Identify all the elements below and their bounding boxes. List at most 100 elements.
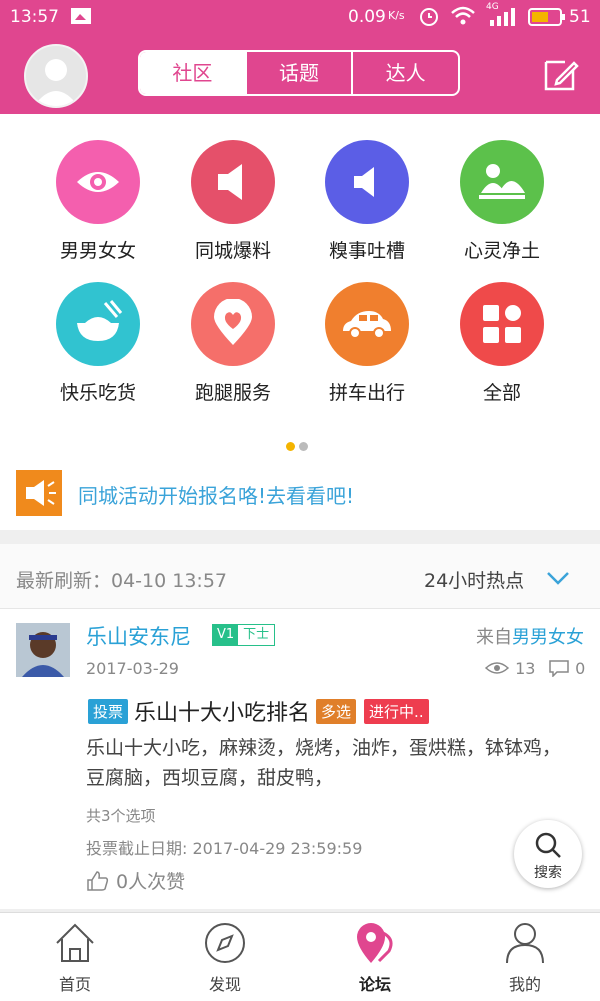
category-item[interactable]: 跑腿服务 xyxy=(168,282,298,405)
comment-count: 0 xyxy=(548,659,585,678)
wifi-icon xyxy=(450,5,476,32)
source-category[interactable]: 男男女女 xyxy=(512,627,584,648)
post-title-row: 投票 乐山十大小吃排名 多选 进行中.. xyxy=(88,695,429,727)
category-icon-bg xyxy=(325,282,409,366)
tab-label: 我的 xyxy=(508,975,541,994)
net-unit: K/s xyxy=(388,9,405,22)
category-icon-bg xyxy=(191,282,275,366)
compass-icon xyxy=(205,923,245,963)
like-count: 0人次赞 xyxy=(116,871,186,893)
home-icon xyxy=(56,923,94,962)
page-dot-active xyxy=(286,442,295,451)
source-prefix: 来自 xyxy=(476,627,512,648)
landscape-icon xyxy=(479,164,525,199)
category-label: 糗事吐槽 xyxy=(328,240,405,262)
notice-bar[interactable]: 同城活动开始报名咯!去看看吧! xyxy=(0,466,600,526)
post-title[interactable]: 乐山十大小吃排名 xyxy=(134,695,310,727)
multi-select-tag: 多选 xyxy=(316,698,357,724)
tab-discover[interactable]: 发现 xyxy=(150,913,300,995)
announcement-icon xyxy=(16,470,62,516)
forum-pin-icon xyxy=(357,923,393,963)
gallery-notify-icon xyxy=(70,6,92,31)
tab-topics[interactable]: 话题 xyxy=(244,52,352,94)
badge-level: V1 xyxy=(213,625,239,645)
comment-count-value: 0 xyxy=(575,659,586,678)
post-username[interactable]: 乐山安东尼 xyxy=(86,621,191,651)
tab-label: 首页 xyxy=(58,975,91,994)
speaker-icon xyxy=(218,164,242,200)
post-avatar[interactable] xyxy=(16,623,70,677)
post-date: 2017-03-29 xyxy=(86,659,179,678)
battery-icon xyxy=(528,8,566,31)
net-speed: 0.09 xyxy=(348,7,386,27)
bowl-icon xyxy=(77,300,123,341)
post-card[interactable]: 乐山安东尼 V1 下士 来自男男女女 2017-03-29 13 0 投票 乐山… xyxy=(0,609,600,913)
tab-mine[interactable]: 我的 xyxy=(450,913,600,995)
signal-icon xyxy=(488,8,518,31)
status-time: 13:57 xyxy=(10,7,59,27)
status-tag: 进行中.. xyxy=(364,698,429,724)
category-label: 同城爆料 xyxy=(194,240,271,262)
category-item[interactable]: 男男女女 xyxy=(33,140,163,263)
speaker-icon xyxy=(354,167,374,197)
category-label: 全部 xyxy=(482,382,521,404)
segment-tabs: 社区 话题 达人 xyxy=(138,50,460,96)
tab-forum[interactable]: 论坛 xyxy=(300,913,450,995)
tab-home[interactable]: 首页 xyxy=(0,913,150,995)
category-label: 男男女女 xyxy=(59,240,136,262)
search-label: 搜索 xyxy=(534,865,562,881)
vote-deadline: 投票截止日期: 2017-04-29 23:59:59 xyxy=(86,839,363,858)
category-item[interactable]: 全部 xyxy=(437,282,567,405)
view-count-value: 13 xyxy=(515,659,536,678)
car-icon xyxy=(343,311,391,339)
search-button[interactable]: 搜索 xyxy=(514,820,582,888)
category-item[interactable]: 同城爆料 xyxy=(168,140,298,263)
page-dot xyxy=(299,442,308,451)
category-label: 快乐吃货 xyxy=(59,382,136,404)
default-avatar-icon xyxy=(34,59,78,106)
tab-label: 论坛 xyxy=(358,975,391,994)
user-avatar[interactable] xyxy=(24,44,88,108)
person-icon xyxy=(506,923,544,964)
tab-label: 发现 xyxy=(208,975,241,994)
grid-icon xyxy=(483,305,521,343)
chevron-down-icon[interactable] xyxy=(546,570,570,586)
category-label: 拼车出行 xyxy=(328,382,405,404)
category-icon-bg xyxy=(191,140,275,224)
eye-icon xyxy=(77,172,119,192)
option-count: 共3个选项 xyxy=(86,807,156,825)
battery-level: 51 xyxy=(569,7,591,27)
hot-filter-label[interactable]: 24小时热点 xyxy=(424,566,524,593)
bottom-tabbar: 首页 发现 论坛 我的 xyxy=(0,912,600,1001)
refresh-time: 最新刷新：04-10 13:57 xyxy=(16,570,228,592)
post-body: 乐山十大小吃，麻辣烫，烧烤，油炸，蛋烘糕，钵钵鸡，豆腐脑，西坝豆腐，甜皮鸭， xyxy=(86,737,562,789)
app-header: 社区 话题 达人 xyxy=(0,34,600,114)
eye-icon xyxy=(484,662,510,674)
vote-tag: 投票 xyxy=(88,698,129,724)
search-icon xyxy=(535,832,561,858)
category-item[interactable]: 心灵净土 xyxy=(437,140,567,263)
heart-pin-icon xyxy=(214,299,252,345)
view-count: 13 xyxy=(484,659,535,678)
category-item[interactable]: 快乐吃货 xyxy=(33,282,163,405)
category-icon-bg xyxy=(56,140,140,224)
user-level-badge: V1 下士 xyxy=(212,624,276,646)
category-item[interactable]: 糗事吐槽 xyxy=(302,140,432,263)
refresh-bar: 最新刷新：04-10 13:57 24小时热点 xyxy=(0,544,600,609)
comment-icon xyxy=(549,660,569,678)
badge-rank: 下士 xyxy=(243,627,270,642)
thumbs-up-icon xyxy=(87,870,109,891)
category-grid: 男男女女 同城爆料 糗事吐槽 心灵净土 快乐吃货 跑腿服务 拼车出行 全部 xyxy=(0,114,600,444)
tab-experts[interactable]: 达人 xyxy=(351,52,458,94)
divider xyxy=(0,530,600,544)
category-label: 跑腿服务 xyxy=(194,382,271,404)
compose-button[interactable] xyxy=(543,56,579,92)
like-button[interactable]: 0人次赞 xyxy=(86,867,185,894)
category-item[interactable]: 拼车出行 xyxy=(302,282,432,405)
category-icon-bg xyxy=(460,282,544,366)
tab-community[interactable]: 社区 xyxy=(140,52,245,94)
page-indicator xyxy=(286,436,312,455)
player-avatar-icon xyxy=(16,623,70,677)
alarm-icon xyxy=(418,5,440,32)
category-label: 心灵净土 xyxy=(463,240,540,262)
